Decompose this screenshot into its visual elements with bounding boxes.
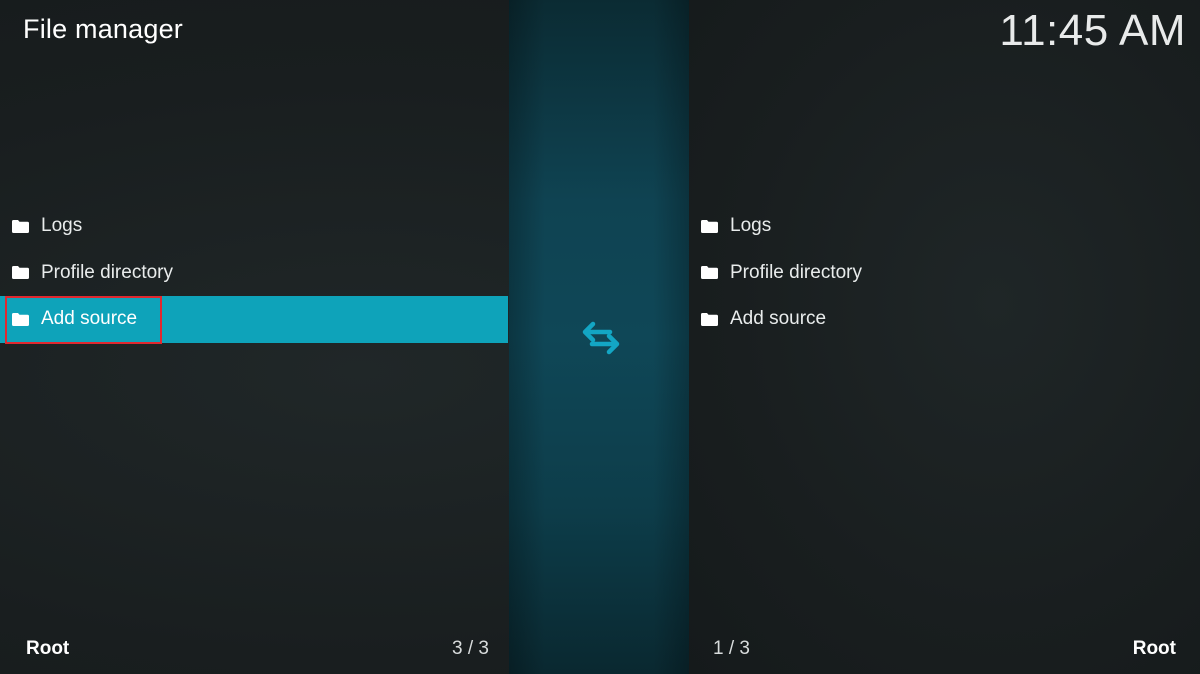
- right-file-list: Logs Profile directory Add source: [689, 203, 1200, 343]
- left-file-list: Logs Profile directory Add source: [0, 203, 508, 343]
- folder-icon: [12, 266, 29, 280]
- list-item-add-source-left[interactable]: Add source: [0, 296, 508, 343]
- list-item-label: Logs: [41, 215, 83, 237]
- list-item-logs-left[interactable]: Logs: [0, 203, 508, 250]
- folder-icon: [701, 312, 718, 326]
- swap-arrows-icon[interactable]: [580, 318, 622, 358]
- right-pane-count: 1 / 3: [713, 638, 750, 659]
- list-item-label: Add source: [730, 308, 827, 330]
- file-manager-screen: File manager 11:45 AM Logs Profile direc…: [0, 0, 1200, 674]
- page-title: File manager: [23, 14, 183, 44]
- folder-icon: [701, 219, 718, 233]
- folder-icon: [701, 266, 718, 280]
- folder-icon: [12, 219, 29, 233]
- list-item-label: Logs: [730, 215, 772, 237]
- list-item-logs-right[interactable]: Logs: [689, 203, 1200, 250]
- left-pane-count: 3 / 3: [452, 638, 489, 659]
- list-item-profile-directory-left[interactable]: Profile directory: [0, 250, 508, 297]
- list-item-add-source-right[interactable]: Add source: [689, 296, 1200, 343]
- folder-icon: [12, 312, 29, 326]
- clock: 11:45 AM: [999, 6, 1186, 55]
- left-pane-path: Root: [26, 638, 70, 659]
- list-item-label: Profile directory: [41, 261, 173, 283]
- list-item-label: Profile directory: [730, 261, 862, 283]
- right-pane-path: Root: [1132, 638, 1176, 659]
- list-item-label: Add source: [41, 308, 138, 330]
- list-item-profile-directory-right[interactable]: Profile directory: [689, 250, 1200, 297]
